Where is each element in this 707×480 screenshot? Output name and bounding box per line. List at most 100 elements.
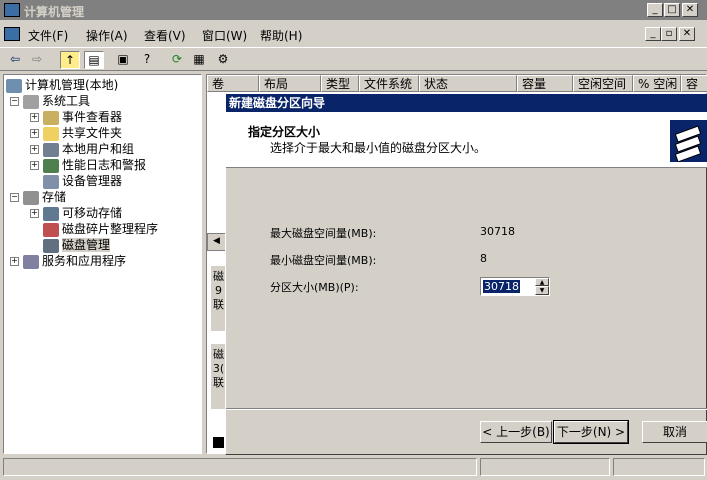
child-minimize-button[interactable]: _ <box>645 27 661 41</box>
disk-row-status: 联 <box>213 298 224 311</box>
min-size-value: 8 <box>480 252 487 265</box>
disk-row[interactable]: 磁 3( 联 <box>211 343 226 409</box>
device-manager-icon <box>43 174 59 189</box>
expand-icon[interactable]: + <box>30 209 39 218</box>
menu-file[interactable]: 文件(F) <box>28 27 68 44</box>
tree-defrag-label: 磁盘碎片整理程序 <box>62 222 159 236</box>
max-size-label: 最大磁盘空间量(MB): <box>270 227 377 240</box>
title-bar: 计算机管理 _ □ ✕ <box>0 0 707 20</box>
next-button[interactable]: 下一步(N) > <box>553 420 629 444</box>
col-capacity-2[interactable]: 容 <box>681 75 707 92</box>
cancel-button[interactable]: 取消 <box>642 421 707 443</box>
close-button[interactable]: ✕ <box>682 3 698 17</box>
horizontal-scrollbar[interactable]: ◀ <box>207 233 226 251</box>
col-filesystem[interactable]: 文件系统 <box>359 75 419 92</box>
dialog-header: 指定分区大小 选择介于最大和最小值的磁盘分区大小。 <box>226 112 707 168</box>
child-restore-button[interactable]: ▫ <box>661 27 677 41</box>
users-icon <box>43 142 59 157</box>
maximize-button[interactable]: □ <box>664 3 680 17</box>
col-percent-free[interactable]: % 空闲 <box>633 75 681 92</box>
tree-root[interactable]: 计算机管理(本地) <box>6 77 118 93</box>
collapse-icon[interactable]: − <box>10 193 19 202</box>
col-type[interactable]: 类型 <box>321 75 359 92</box>
toolbar: ⇦ ⇨ ↑ ▤ ▣ ? ⟳ ▦ ⚙ <box>0 47 707 71</box>
defrag-icon <box>43 222 59 237</box>
disk-settings-icon[interactable]: ⚙ <box>214 51 232 67</box>
tree-removable-storage[interactable]: + 可移动存储 <box>30 205 122 221</box>
status-bar <box>0 456 707 478</box>
refresh-icon[interactable]: ⟳ <box>168 51 186 67</box>
col-status[interactable]: 状态 <box>419 75 517 92</box>
max-size-value: 30718 <box>480 225 515 238</box>
tree-device-manager-label: 设备管理器 <box>62 174 123 188</box>
tools-icon <box>23 94 39 109</box>
window-title: 计算机管理 <box>24 5 85 19</box>
up-folder-icon[interactable]: ↑ <box>60 51 80 69</box>
spin-down-button[interactable]: ▼ <box>535 286 549 295</box>
tree-disk-management[interactable]: 磁盘管理 <box>43 237 111 253</box>
removable-storage-icon <box>43 206 59 221</box>
minimize-button[interactable]: _ <box>647 3 663 17</box>
col-volume[interactable]: 卷 <box>207 75 259 92</box>
expand-icon[interactable]: + <box>30 113 39 122</box>
dialog-title: 新建磁盘分区向导 <box>226 94 707 112</box>
menu-window[interactable]: 窗口(W) <box>202 27 247 44</box>
partition-size-stepper[interactable]: 30718 ▲ ▼ <box>480 277 550 296</box>
export-list-icon[interactable]: ▦ <box>190 51 208 67</box>
col-free-space[interactable]: 空闲空间 <box>573 75 633 92</box>
disk-row-size: 9 <box>215 284 222 297</box>
disk-row[interactable]: 磁 9 联 <box>211 265 226 331</box>
new-partition-wizard: 新建磁盘分区向导 指定分区大小 选择介于最大和最小值的磁盘分区大小。 最大磁盘空… <box>225 93 707 455</box>
disk-row-status: 联 <box>213 376 224 389</box>
tree-storage[interactable]: − 存储 <box>10 189 66 205</box>
disk-row-label: 磁 <box>213 270 224 283</box>
storage-icon <box>23 190 39 205</box>
menu-action[interactable]: 操作(A) <box>86 27 128 44</box>
tree-event-viewer[interactable]: + 事件查看器 <box>30 109 122 125</box>
console-tree: 计算机管理(本地) − 系统工具 + 事件查看器 + 共享文件夹 + 本地用户和组 + 性… <box>3 74 202 454</box>
show-tree-icon[interactable]: ▤ <box>84 51 104 69</box>
services-icon <box>23 254 39 269</box>
shared-folder-icon <box>43 126 59 141</box>
tree-system-tools[interactable]: − 系统工具 <box>10 93 90 109</box>
spin-up-button[interactable]: ▲ <box>535 278 549 286</box>
tree-services-label: 服务和应用程序 <box>42 254 127 268</box>
tree-local-users[interactable]: + 本地用户和组 <box>30 141 134 157</box>
help-icon[interactable]: ? <box>138 51 156 67</box>
event-viewer-icon <box>43 110 59 125</box>
menu-view[interactable]: 查看(V) <box>144 27 186 44</box>
disk-row-label: 磁 <box>213 348 224 361</box>
expand-icon[interactable]: + <box>10 257 19 266</box>
disk-management-icon <box>43 238 59 253</box>
col-layout[interactable]: 布局 <box>259 75 321 92</box>
child-close-button[interactable]: ✕ <box>679 27 695 41</box>
menu-help[interactable]: 帮助(H) <box>260 27 302 44</box>
partition-size-input[interactable]: 30718 <box>483 280 520 293</box>
dialog-subheading: 选择介于最大和最小值的磁盘分区大小。 <box>270 141 487 155</box>
status-cell <box>480 458 610 476</box>
forward-arrow-icon[interactable]: ⇨ <box>28 51 46 67</box>
disk-row-size: 3( <box>212 362 225 375</box>
computer-management-icon <box>4 3 20 17</box>
tree-perf-logs[interactable]: + 性能日志和警报 <box>30 157 146 173</box>
expand-icon[interactable]: + <box>30 145 39 154</box>
min-size-label: 最小磁盘空间量(MB): <box>270 254 377 267</box>
collapse-icon[interactable]: − <box>10 97 19 106</box>
expand-icon[interactable]: + <box>30 129 39 138</box>
tree-services[interactable]: + 服务和应用程序 <box>10 253 126 269</box>
tree-disk-mgmt-label: 磁盘管理 <box>62 238 111 252</box>
properties-icon[interactable]: ▣ <box>114 51 132 67</box>
tree-event-viewer-label: 事件查看器 <box>62 110 123 124</box>
mmc-icon <box>4 27 20 41</box>
tree-storage-label: 存储 <box>42 190 67 204</box>
tree-root-label: 计算机管理(本地) <box>25 78 119 92</box>
performance-icon <box>43 158 59 173</box>
dialog-heading: 指定分区大小 <box>248 125 321 139</box>
back-button[interactable]: < 上一步(B) <box>480 421 552 443</box>
col-capacity[interactable]: 容量 <box>517 75 573 92</box>
tree-device-manager[interactable]: 设备管理器 <box>43 173 122 189</box>
tree-defrag[interactable]: 磁盘碎片整理程序 <box>43 221 158 237</box>
expand-icon[interactable]: + <box>30 161 39 170</box>
back-arrow-icon[interactable]: ⇦ <box>6 51 24 67</box>
tree-shared-folders[interactable]: + 共享文件夹 <box>30 125 122 141</box>
